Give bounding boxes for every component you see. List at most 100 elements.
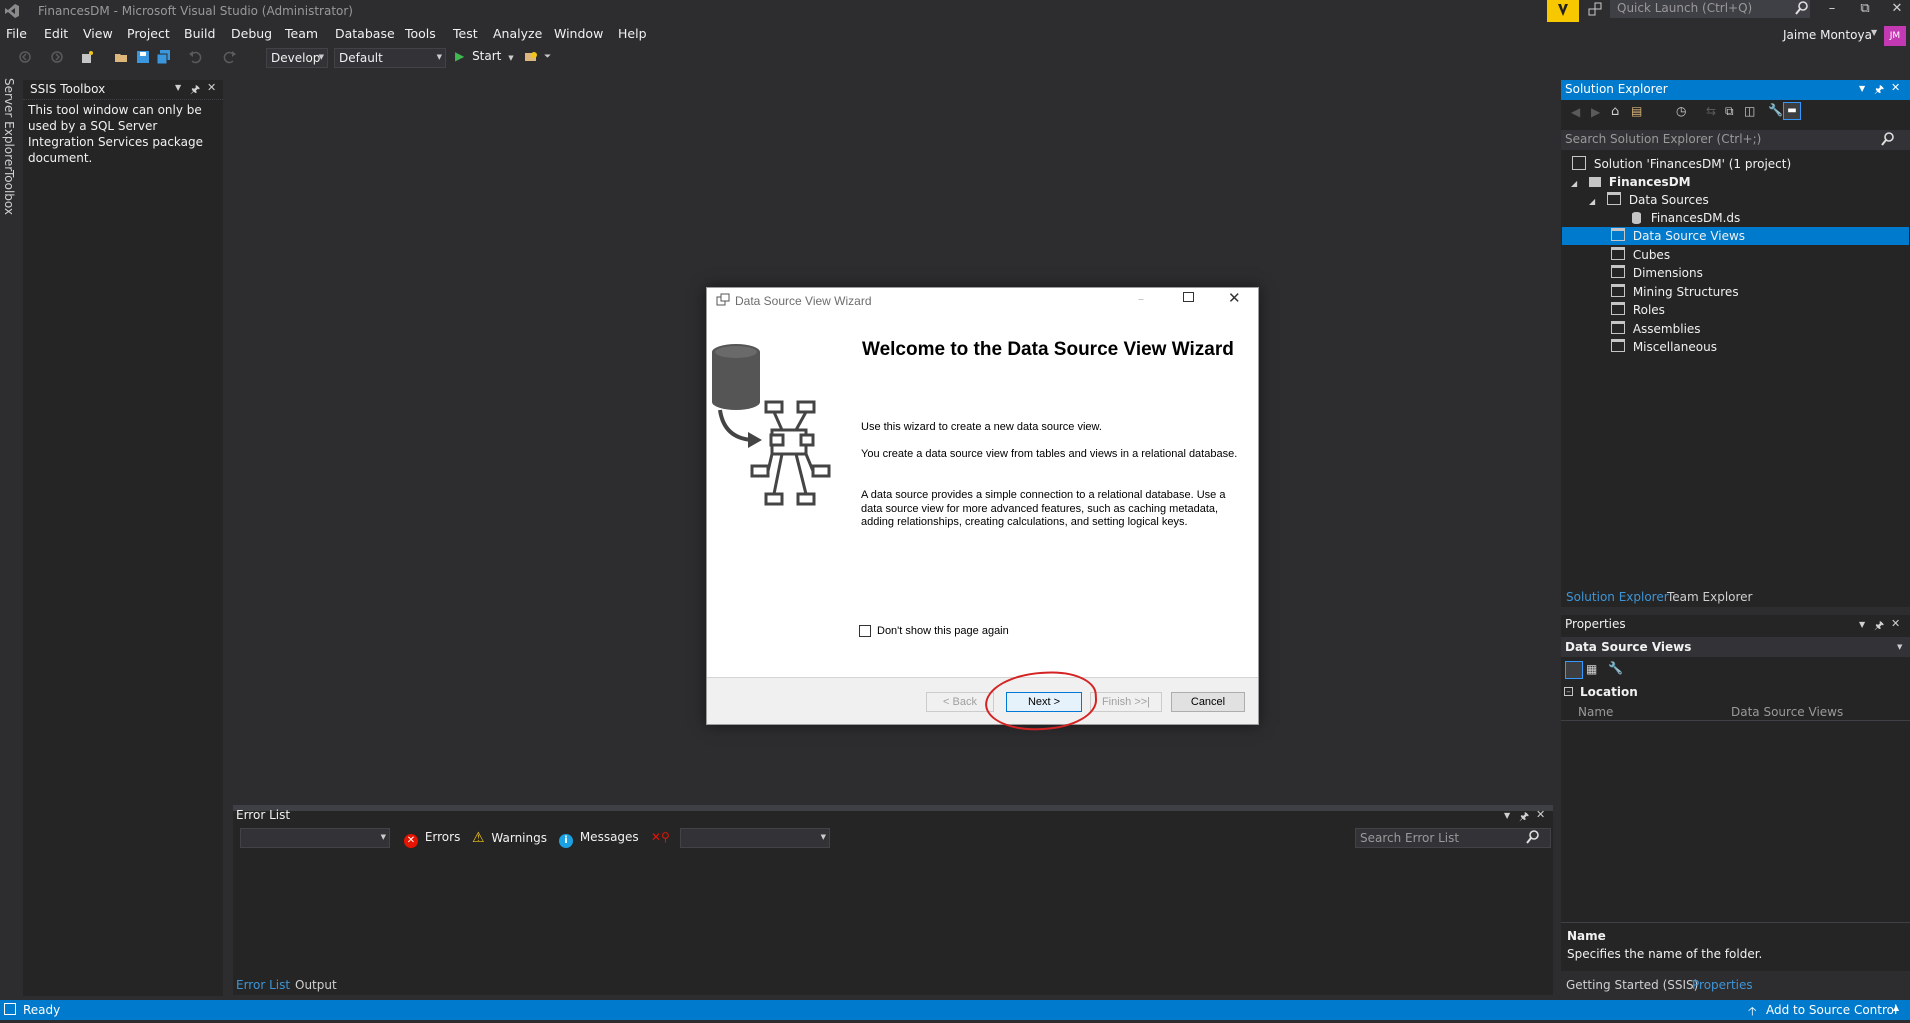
wizard-close-button[interactable]: ✕ [1228, 289, 1241, 307]
connect-icon[interactable] [1587, 1, 1603, 17]
attach-process-icon[interactable] [524, 50, 538, 64]
avatar[interactable]: JM [1884, 26, 1906, 46]
minimize-button[interactable]: – [1815, 0, 1849, 20]
warnings-filter-button[interactable]: ⚠ Warnings [472, 830, 547, 846]
tab-server-explorer[interactable]: Server Explorer [2, 78, 16, 171]
menu-analyze[interactable]: Analyze [493, 26, 542, 41]
properties-wrench-icon[interactable]: 🔧 [1768, 103, 1783, 117]
menu-tools[interactable]: Tools [405, 26, 436, 41]
solution-explorer-search-input[interactable]: Search Solution Explorer (Ctrl+;) [1561, 130, 1910, 150]
collapse-all-icon[interactable]: ⧉ [1725, 104, 1734, 119]
close-window-button[interactable]: ✕ [1880, 0, 1910, 20]
start-button[interactable]: ▶ Start ▼ [455, 49, 514, 67]
messages-filter-button[interactable]: i Messages [559, 830, 639, 848]
sync-icon[interactable]: ⇆ [1706, 104, 1716, 118]
show-all-files-icon[interactable]: ◫ [1744, 104, 1755, 118]
tree-item-dimensions[interactable]: Dimensions [1611, 264, 1901, 282]
tab-team-explorer[interactable]: Team Explorer [1667, 590, 1753, 604]
menu-view[interactable]: View [83, 26, 113, 41]
switch-views-icon[interactable]: ▤ [1631, 104, 1642, 118]
tab-solution-explorer[interactable]: Solution Explorer [1566, 590, 1669, 604]
restore-button[interactable]: ⧉ [1848, 0, 1882, 20]
finish-button[interactable]: Finish >>| [1090, 692, 1162, 712]
user-dropdown-icon[interactable]: ▼ [1871, 28, 1877, 37]
error-scope-select[interactable]: ▼ [240, 828, 390, 848]
dont-show-again-checkbox[interactable] [859, 625, 871, 637]
search-icon[interactable] [1526, 830, 1540, 847]
menu-project[interactable]: Project [127, 26, 170, 41]
tab-getting-started[interactable]: Getting Started (SSIS) [1566, 978, 1698, 992]
back-icon[interactable]: ◀ [1571, 105, 1580, 119]
close-icon[interactable]: ✕ [1536, 808, 1545, 821]
search-icon[interactable] [1881, 132, 1895, 149]
close-icon[interactable]: ✕ [1891, 617, 1900, 630]
window-position-icon[interactable]: ▼ [175, 83, 181, 92]
save-icon[interactable] [136, 50, 150, 64]
save-all-icon[interactable] [156, 50, 171, 65]
preview-icon[interactable]: ▬ [1783, 102, 1801, 120]
menu-database[interactable]: Database [335, 26, 395, 41]
tree-item-project[interactable]: ◢ FinancesDM [1571, 173, 1901, 191]
menu-window[interactable]: Window [554, 26, 603, 41]
cancel-button[interactable]: Cancel [1171, 692, 1245, 712]
tab-toolbox[interactable]: Toolbox [2, 170, 16, 215]
close-icon[interactable]: ✕ [1891, 81, 1900, 94]
menu-help[interactable]: Help [618, 26, 647, 41]
tree-item-mining-structures[interactable]: Mining Structures [1611, 283, 1901, 301]
quick-launch-search-icon[interactable] [1795, 1, 1809, 15]
tree-item-roles[interactable]: Roles [1611, 301, 1901, 319]
open-folder-icon[interactable] [114, 50, 128, 64]
menu-file[interactable]: File [6, 26, 27, 41]
close-icon[interactable]: ✕ [207, 81, 216, 94]
new-project-icon[interactable] [80, 50, 94, 64]
dont-show-again-label[interactable]: Don't show this page again [877, 625, 1009, 637]
home-icon[interactable]: ⌂ [1611, 104, 1619, 119]
window-position-icon[interactable]: ▼ [1504, 811, 1510, 820]
tree-item-data-sources[interactable]: ◢ Data Sources [1589, 191, 1901, 209]
solution-configuration-select[interactable]: Develop ▼ [266, 48, 328, 68]
menu-test[interactable]: Test [453, 26, 478, 41]
window-position-icon[interactable]: ▼ [1859, 620, 1865, 629]
solution-platform-select[interactable]: Default ▼ [334, 48, 446, 68]
category-collapse-icon[interactable]: – [1564, 687, 1573, 697]
errors-filter-button[interactable]: ✕ Errors [404, 830, 460, 848]
forward-icon[interactable]: ▶ [1591, 105, 1600, 119]
menu-edit[interactable]: Edit [44, 26, 68, 41]
pin-icon[interactable]: 🖈 [1519, 808, 1529, 827]
clear-filter-icon[interactable]: ✕⚲ [651, 830, 670, 844]
property-row[interactable]: Name Data Source Views [1561, 703, 1910, 721]
tab-output[interactable]: Output [295, 978, 337, 992]
tree-item-solution[interactable]: Solution 'FinancesDM' (1 project) [1572, 155, 1902, 173]
back-button[interactable]: < Back [926, 692, 994, 712]
pin-icon[interactable]: 🖈 [190, 81, 200, 100]
navigate-back-icon[interactable] [18, 50, 32, 64]
error-list-search-input[interactable]: Search Error List [1355, 828, 1551, 848]
tree-item-data-source-views[interactable]: Data Source Views [1562, 227, 1909, 245]
window-position-icon[interactable]: ▼ [1859, 84, 1865, 93]
tree-item-miscellaneous[interactable]: Miscellaneous [1611, 338, 1901, 356]
wizard-minimize-button[interactable]: – [1138, 292, 1144, 306]
menu-build[interactable]: Build [184, 26, 215, 41]
tree-item-cubes[interactable]: Cubes [1611, 246, 1901, 264]
properties-separator[interactable] [1561, 922, 1910, 923]
wizard-maximize-button[interactable] [1183, 292, 1194, 302]
tree-item-financesdm-ds[interactable]: FinancesDM.ds [1632, 209, 1902, 227]
menu-debug[interactable]: Debug [231, 26, 272, 41]
pin-icon[interactable]: 🖈 [1874, 81, 1884, 100]
navigate-forward-icon[interactable] [50, 50, 64, 64]
pin-icon[interactable]: 🖈 [1874, 617, 1884, 636]
alphabetical-icon[interactable]: ▦ [1586, 662, 1597, 676]
tab-error-list[interactable]: Error List [236, 978, 290, 992]
categorized-icon[interactable] [1565, 661, 1583, 679]
feedback-flag-icon[interactable] [1547, 0, 1579, 22]
add-to-source-control-button[interactable]: Add to Source Control [1766, 1003, 1897, 1017]
redo-icon[interactable] [223, 50, 237, 64]
pending-changes-icon[interactable]: ◷ [1676, 104, 1686, 118]
property-pages-icon[interactable]: 🔧 [1608, 661, 1623, 675]
toolbar-options-icon[interactable]: ⏷ [544, 52, 551, 62]
menu-team[interactable]: Team [285, 26, 318, 41]
undo-icon[interactable] [188, 50, 202, 64]
user-name[interactable]: Jaime Montoya [1783, 28, 1872, 42]
tree-item-assemblies[interactable]: Assemblies [1611, 320, 1901, 338]
tab-properties[interactable]: Properties [1692, 978, 1753, 992]
